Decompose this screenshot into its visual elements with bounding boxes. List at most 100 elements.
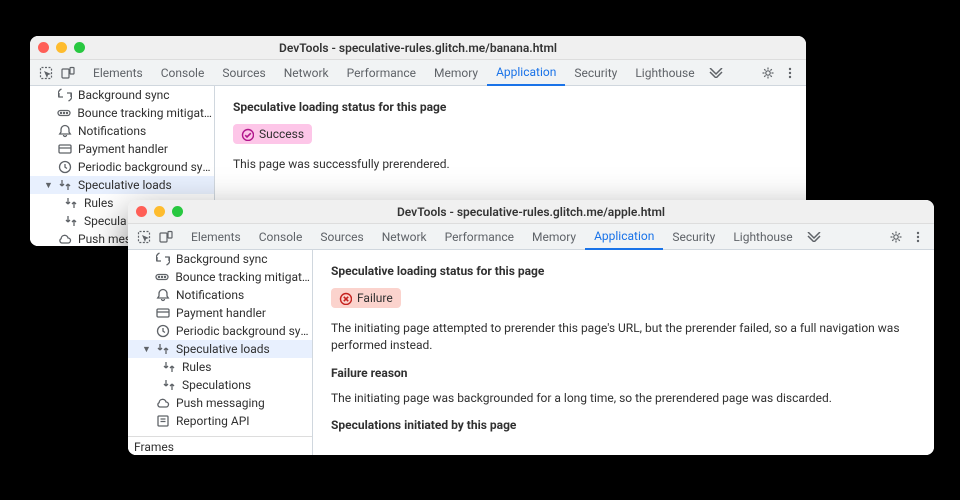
bell-icon bbox=[156, 288, 170, 302]
sidebar-item-label: Bounce tracking mitigations bbox=[175, 270, 312, 284]
tab-console[interactable]: Console bbox=[250, 224, 312, 250]
sidebar-item-label: Periodic background sync bbox=[176, 324, 312, 338]
close-button[interactable] bbox=[136, 206, 147, 217]
status-badge: Success bbox=[233, 124, 312, 144]
bounce-icon bbox=[155, 270, 169, 284]
status-description: The initiating page attempted to prerend… bbox=[331, 320, 916, 354]
sidebar-item-notifications[interactable]: Notifications bbox=[128, 286, 312, 304]
maximize-button[interactable] bbox=[74, 42, 85, 53]
specload-icon bbox=[58, 178, 72, 192]
settings-icon[interactable] bbox=[886, 227, 906, 247]
sidebar-item-label: Reporting API bbox=[176, 414, 250, 428]
tab-elements[interactable]: Elements bbox=[182, 224, 250, 250]
card-icon bbox=[156, 306, 170, 320]
status-badge: Failure bbox=[331, 288, 401, 308]
sidebar-item-label: Payment handler bbox=[78, 142, 168, 156]
sidebar-item-periodic-background-sync[interactable]: Periodic background sync bbox=[30, 158, 214, 176]
report-icon bbox=[156, 414, 170, 428]
maximize-button[interactable] bbox=[172, 206, 183, 217]
sidebar-item-background-sync[interactable]: Background sync bbox=[30, 86, 214, 104]
tab-lighthouse[interactable]: Lighthouse bbox=[626, 60, 703, 86]
sidebar-item-label: Rules bbox=[84, 196, 113, 210]
sidebar-item-notifications[interactable]: Notifications bbox=[30, 122, 214, 140]
sidebar-item-bounce-tracking-mitigations[interactable]: Bounce tracking mitigations bbox=[128, 268, 312, 286]
device-toggle-icon[interactable] bbox=[58, 63, 78, 83]
status-heading: Speculative loading status for this page bbox=[233, 100, 788, 114]
sidebar-item-label: Notifications bbox=[78, 124, 146, 138]
bell-icon bbox=[58, 124, 72, 138]
tab-console[interactable]: Console bbox=[152, 60, 214, 86]
sync-icon bbox=[58, 88, 72, 102]
tab-lighthouse[interactable]: Lighthouse bbox=[724, 224, 801, 250]
traffic-lights bbox=[38, 42, 85, 53]
chevron-down-icon: ▼ bbox=[142, 344, 150, 355]
sidebar-item-label: Background sync bbox=[176, 252, 268, 266]
sidebar-item-speculations[interactable]: Speculations bbox=[128, 376, 312, 394]
window-title: DevTools - speculative-rules.glitch.me/a… bbox=[128, 205, 934, 219]
more-icon[interactable] bbox=[908, 227, 928, 247]
sidebar-item-background-sync[interactable]: Background sync bbox=[128, 250, 312, 268]
specload-icon bbox=[156, 342, 170, 356]
frames-header: Frames bbox=[128, 436, 312, 455]
panel-tabs: ElementsConsoleSourcesNetworkPerformance… bbox=[182, 224, 802, 250]
titlebar[interactable]: DevTools - speculative-rules.glitch.me/b… bbox=[30, 36, 806, 60]
tab-performance[interactable]: Performance bbox=[338, 60, 425, 86]
tab-sources[interactable]: Sources bbox=[311, 224, 372, 250]
tab-sources[interactable]: Sources bbox=[213, 60, 274, 86]
sidebar-item-push-messaging[interactable]: Push messaging bbox=[128, 394, 312, 412]
device-toggle-icon[interactable] bbox=[156, 227, 176, 247]
sidebar-item-label: Notifications bbox=[176, 288, 244, 302]
sidebar: Background sync Bounce tracking mitigatio… bbox=[128, 250, 313, 455]
status-label: Success bbox=[259, 127, 304, 141]
sidebar-item-label: Payment handler bbox=[176, 306, 266, 320]
sidebar-item-label: Background sync bbox=[78, 88, 170, 102]
sidebar-item-payment-handler[interactable]: Payment handler bbox=[30, 140, 214, 158]
sidebar-item-payment-handler[interactable]: Payment handler bbox=[128, 304, 312, 322]
minimize-button[interactable] bbox=[154, 206, 165, 217]
inspect-icon[interactable] bbox=[36, 63, 56, 83]
status-description: This page was successfully prerendered. bbox=[233, 156, 788, 173]
sidebar-item-label: Periodic background sync bbox=[78, 160, 214, 174]
devtools-toolbar: ElementsConsoleSourcesNetworkPerformance… bbox=[30, 60, 806, 86]
sidebar-item-label: Speculations bbox=[182, 378, 251, 392]
close-button[interactable] bbox=[38, 42, 49, 53]
check-circle-icon bbox=[241, 128, 254, 141]
sidebar-item-periodic-background-sync[interactable]: Periodic background sync bbox=[128, 322, 312, 340]
tab-memory[interactable]: Memory bbox=[523, 224, 585, 250]
tab-elements[interactable]: Elements bbox=[84, 60, 152, 86]
cancel-circle-icon bbox=[339, 292, 352, 305]
tab-performance[interactable]: Performance bbox=[436, 224, 523, 250]
sidebar-item-reporting-api[interactable]: Reporting API bbox=[128, 412, 312, 430]
tab-application[interactable]: Application bbox=[585, 224, 663, 250]
sidebar-item-speculative-loads[interactable]: ▼Speculative loads bbox=[128, 340, 312, 358]
tab-network[interactable]: Network bbox=[275, 60, 338, 86]
more-panels-icon[interactable] bbox=[804, 227, 824, 247]
tab-memory[interactable]: Memory bbox=[425, 60, 487, 86]
tab-application[interactable]: Application bbox=[487, 60, 565, 86]
window-title: DevTools - speculative-rules.glitch.me/b… bbox=[30, 41, 806, 55]
more-icon[interactable] bbox=[780, 63, 800, 83]
clock-icon bbox=[156, 324, 170, 338]
clock-icon bbox=[58, 160, 72, 174]
titlebar[interactable]: DevTools - speculative-rules.glitch.me/a… bbox=[128, 200, 934, 224]
specload-icon bbox=[64, 214, 78, 228]
minimize-button[interactable] bbox=[56, 42, 67, 53]
main-content: Speculative loading status for this page… bbox=[313, 250, 934, 455]
settings-icon[interactable] bbox=[758, 63, 778, 83]
tab-network[interactable]: Network bbox=[373, 224, 436, 250]
sidebar-item-rules[interactable]: Rules bbox=[128, 358, 312, 376]
bounce-icon bbox=[57, 106, 71, 120]
inspect-icon[interactable] bbox=[134, 227, 154, 247]
devtools-window-2: DevTools - speculative-rules.glitch.me/a… bbox=[128, 200, 934, 455]
sidebar-item-label: Push messaging bbox=[176, 396, 265, 410]
sidebar-item-bounce-tracking-mitigations[interactable]: Bounce tracking mitigations bbox=[30, 104, 214, 122]
sync-icon bbox=[156, 252, 170, 266]
tab-security[interactable]: Security bbox=[663, 224, 724, 250]
sidebar-item-label: Bounce tracking mitigations bbox=[77, 106, 214, 120]
more-panels-icon[interactable] bbox=[706, 63, 726, 83]
speculations-heading: Speculations initiated by this page bbox=[331, 418, 916, 432]
sidebar-item-speculative-loads[interactable]: ▼Speculative loads bbox=[30, 176, 214, 194]
tab-security[interactable]: Security bbox=[565, 60, 626, 86]
specload-icon bbox=[64, 196, 78, 210]
cloud-icon bbox=[156, 396, 170, 410]
